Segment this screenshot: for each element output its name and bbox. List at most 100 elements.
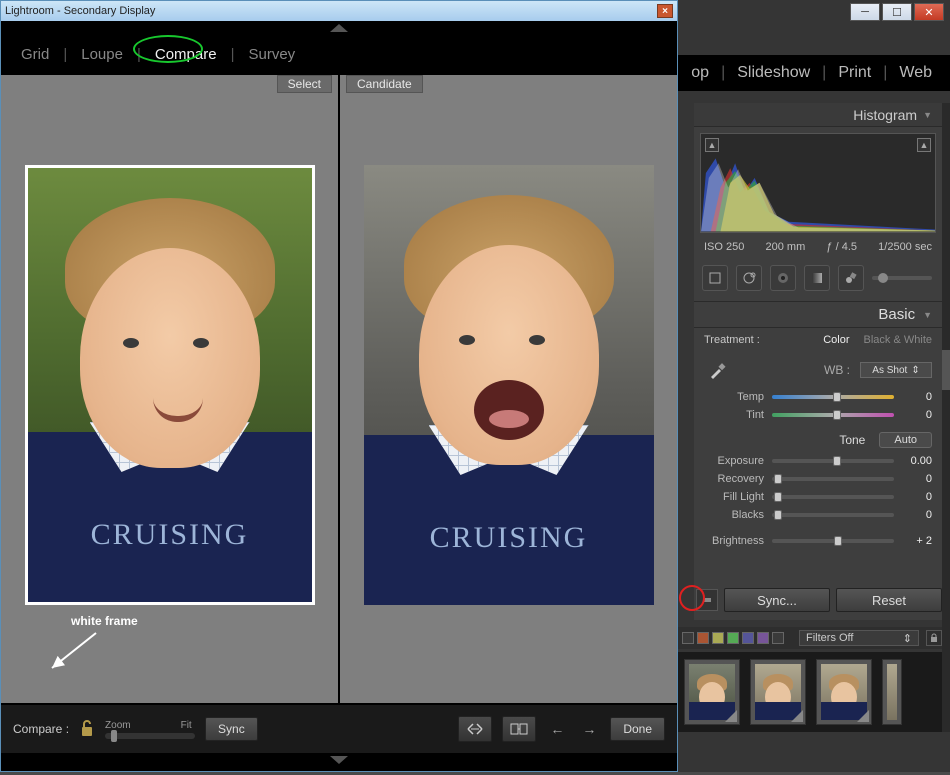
brush-size-slider[interactable] bbox=[872, 276, 932, 280]
crop-tool[interactable] bbox=[702, 265, 728, 291]
treatment-bw[interactable]: Black & White bbox=[864, 334, 932, 346]
treatment-label: Treatment : bbox=[704, 334, 760, 346]
brush-tool[interactable] bbox=[838, 265, 864, 291]
exif-iso: ISO 250 bbox=[704, 241, 744, 253]
next-candidate-button[interactable]: → bbox=[578, 721, 600, 737]
filter-color-purple[interactable] bbox=[757, 632, 769, 644]
filter-lock[interactable] bbox=[926, 630, 942, 646]
annotation-white-frame-label: white frame bbox=[71, 614, 138, 628]
treatment-row: Treatment : Color Black & White bbox=[694, 328, 942, 352]
tool-strip bbox=[694, 261, 942, 302]
blacks-row: Blacks 0 bbox=[694, 506, 942, 524]
exif-shutter: 1/2500 sec bbox=[878, 241, 932, 253]
mode-loupe[interactable]: Loupe bbox=[81, 46, 123, 63]
reset-button[interactable]: Reset bbox=[836, 588, 942, 612]
brightness-row: Brightness + 2 bbox=[694, 532, 942, 550]
panel-switch-toggle[interactable] bbox=[696, 589, 718, 611]
separator: | bbox=[137, 46, 141, 63]
filter-color-red[interactable] bbox=[697, 632, 709, 644]
filmstrip-thumb[interactable] bbox=[816, 659, 872, 725]
temp-slider[interactable] bbox=[772, 395, 894, 399]
filter-color-green[interactable] bbox=[727, 632, 739, 644]
wb-value: As Shot bbox=[872, 365, 907, 376]
separator: | bbox=[822, 64, 826, 82]
title-bar[interactable]: Lightroom - Secondary Display × bbox=[1, 1, 677, 21]
close-button[interactable]: × bbox=[657, 4, 673, 18]
make-select-button[interactable] bbox=[502, 716, 536, 742]
exposure-value[interactable]: 0.00 bbox=[902, 455, 932, 467]
tint-value[interactable]: 0 bbox=[902, 409, 932, 421]
filmstrip-thumb-partial[interactable] bbox=[882, 659, 902, 725]
panel-expand-top[interactable] bbox=[1, 21, 677, 35]
filters-dropdown[interactable]: Filters Off ⇕ bbox=[799, 630, 919, 646]
histogram[interactable]: ▲ ▲ bbox=[700, 133, 936, 233]
module-develop-partial[interactable]: op bbox=[691, 64, 709, 82]
grad-tool[interactable] bbox=[804, 265, 830, 291]
window-controls: ─ ☐ ✕ bbox=[850, 3, 944, 21]
recovery-value[interactable]: 0 bbox=[902, 473, 932, 485]
blacks-slider[interactable] bbox=[772, 513, 894, 517]
brightness-value[interactable]: + 2 bbox=[902, 535, 932, 547]
brightness-slider[interactable] bbox=[772, 539, 894, 543]
module-web[interactable]: Web bbox=[899, 64, 932, 82]
filmstrip-thumb[interactable] bbox=[750, 659, 806, 725]
panel-resize-handle[interactable] bbox=[942, 350, 950, 390]
dropdown-icon: ⇕ bbox=[911, 365, 919, 376]
mode-survey[interactable]: Survey bbox=[248, 46, 295, 63]
tint-slider[interactable] bbox=[772, 413, 894, 417]
filmstrip-thumb[interactable] bbox=[684, 659, 740, 725]
filter-color-custom[interactable] bbox=[772, 632, 784, 644]
treatment-color[interactable]: Color bbox=[823, 334, 849, 346]
basic-header[interactable]: Basic ▼ bbox=[694, 302, 942, 328]
filter-color-blue[interactable] bbox=[742, 632, 754, 644]
swap-button[interactable] bbox=[458, 716, 492, 742]
histogram-header[interactable]: Histogram ▼ bbox=[694, 103, 942, 127]
sync-zoom-button[interactable]: Sync bbox=[205, 717, 258, 741]
module-picker: op | Slideshow | Print | Web bbox=[678, 55, 950, 91]
window-close-button[interactable]: ✕ bbox=[914, 3, 944, 21]
exposure-row: Exposure 0.00 bbox=[694, 452, 942, 470]
wb-eyedropper[interactable] bbox=[704, 356, 732, 384]
histogram-graph bbox=[701, 134, 935, 232]
minimize-button[interactable]: ─ bbox=[850, 3, 880, 21]
wb-label: WB : bbox=[742, 363, 850, 377]
wb-dropdown[interactable]: As Shot ⇕ bbox=[860, 362, 932, 378]
spot-tool[interactable] bbox=[736, 265, 762, 291]
select-photo[interactable]: CRUISING bbox=[25, 165, 315, 605]
auto-tone-button[interactable]: Auto bbox=[879, 432, 932, 448]
candidate-pane: Candidate CRUISING bbox=[338, 75, 677, 703]
recovery-slider[interactable] bbox=[772, 477, 894, 481]
exposure-slider[interactable] bbox=[772, 459, 894, 463]
brightness-label: Brightness bbox=[704, 535, 764, 547]
exif-aperture: ƒ / 4.5 bbox=[826, 241, 857, 253]
prev-candidate-button[interactable]: ← bbox=[546, 721, 568, 737]
blacks-value[interactable]: 0 bbox=[902, 509, 932, 521]
mode-compare[interactable]: Compare bbox=[155, 46, 217, 63]
filmstrip[interactable] bbox=[678, 652, 942, 732]
separator: | bbox=[721, 64, 725, 82]
separator: | bbox=[231, 46, 235, 63]
zoom-slider[interactable] bbox=[105, 733, 195, 739]
shirt-text: CRUISING bbox=[364, 521, 654, 555]
recovery-row: Recovery 0 bbox=[694, 470, 942, 488]
redeye-tool[interactable] bbox=[770, 265, 796, 291]
module-print[interactable]: Print bbox=[838, 64, 871, 82]
compare-label: Compare : bbox=[13, 722, 69, 736]
temp-value[interactable]: 0 bbox=[902, 391, 932, 403]
filter-color-none[interactable] bbox=[682, 632, 694, 644]
filter-color-yellow[interactable] bbox=[712, 632, 724, 644]
module-slideshow[interactable]: Slideshow bbox=[737, 64, 810, 82]
maximize-button[interactable]: ☐ bbox=[882, 3, 912, 21]
candidate-photo[interactable]: CRUISING bbox=[364, 165, 654, 605]
panel-expand-bottom[interactable] bbox=[1, 753, 677, 767]
lock-icon[interactable] bbox=[79, 718, 95, 741]
blacks-label: Blacks bbox=[704, 509, 764, 521]
filllight-slider[interactable] bbox=[772, 495, 894, 499]
wb-row: WB : As Shot ⇕ bbox=[694, 352, 942, 388]
done-button[interactable]: Done bbox=[610, 717, 665, 741]
mode-grid[interactable]: Grid bbox=[21, 46, 49, 63]
sync-button[interactable]: Sync... bbox=[724, 588, 830, 612]
compare-area: Select CRUISING white frame bbox=[1, 73, 677, 705]
filllight-value[interactable]: 0 bbox=[902, 491, 932, 503]
tone-label: Tone bbox=[839, 433, 865, 447]
